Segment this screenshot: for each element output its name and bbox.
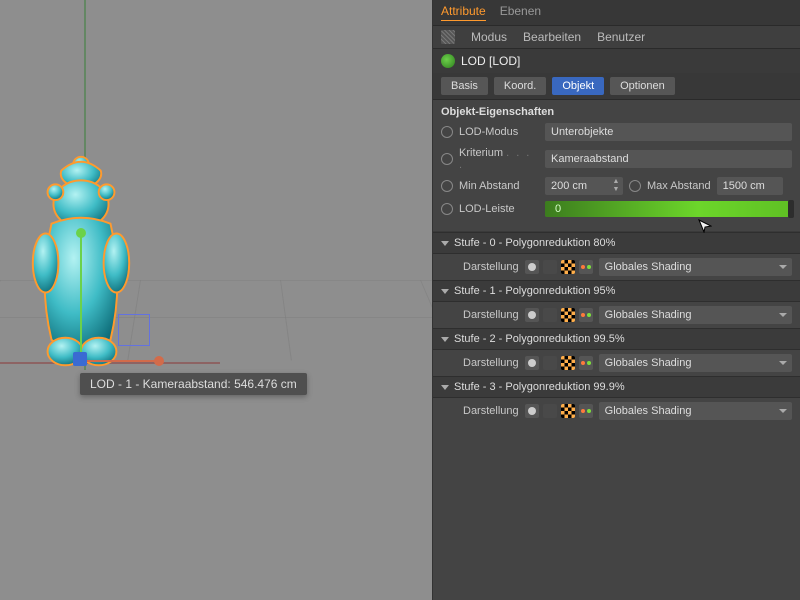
lod-icon: [441, 54, 455, 68]
panel-mode-icon[interactable]: [441, 30, 455, 44]
chevron-down-icon: [441, 289, 449, 294]
chevron-down-icon: [441, 241, 449, 246]
level-1: Stufe - 1 - Polygonreduktion 95% Darstel…: [433, 280, 800, 328]
radio-lod-mode[interactable]: [441, 126, 453, 138]
level-1-header[interactable]: Stufe - 1 - Polygonreduktion 95%: [433, 280, 800, 302]
level-0: Stufe - 0 - Polygonreduktion 80% Darstel…: [433, 232, 800, 280]
lod-slider[interactable]: 0: [545, 201, 792, 217]
spacer-icon: [543, 308, 557, 322]
level-1-display-select[interactable]: Globales Shading: [599, 306, 792, 324]
menu-modus[interactable]: Modus: [471, 30, 507, 44]
level-1-display-label: Darstellung: [463, 309, 519, 321]
radio-max-dist[interactable]: [629, 180, 641, 192]
viewport-tooltip: LOD - 1 - Kameraabstand: 546.476 cm: [80, 373, 307, 395]
eye-icon[interactable]: [525, 260, 539, 274]
eye-icon[interactable]: [525, 404, 539, 418]
level-0-display-select[interactable]: Globales Shading: [599, 258, 792, 276]
checker-icon[interactable]: [561, 308, 575, 322]
field-min-dist[interactable]: 200 cm ▲▼: [545, 177, 623, 195]
color-dots-icon[interactable]: [579, 260, 593, 274]
spacer-icon: [543, 356, 557, 370]
transform-gizmo[interactable]: [78, 234, 158, 364]
spacer-icon: [543, 260, 557, 274]
checker-icon[interactable]: [561, 260, 575, 274]
level-0-display-label: Darstellung: [463, 261, 519, 273]
viewport[interactable]: LOD - 1 - Kameraabstand: 546.476 cm: [0, 0, 432, 600]
slider-end-handle[interactable]: [788, 200, 794, 218]
menu-benutzer[interactable]: Benutzer: [597, 30, 645, 44]
level-3-header[interactable]: Stufe - 3 - Polygonreduktion 99.9%: [433, 376, 800, 398]
eye-icon[interactable]: [525, 308, 539, 322]
level-2-display-label: Darstellung: [463, 357, 519, 369]
level-0-header[interactable]: Stufe - 0 - Polygonreduktion 80%: [433, 232, 800, 254]
spacer-icon: [543, 404, 557, 418]
chevron-down-icon: [441, 337, 449, 342]
eye-icon[interactable]: [525, 356, 539, 370]
tab-attribute[interactable]: Attribute: [441, 4, 486, 21]
field-max-dist[interactable]: 1500 cm: [717, 177, 783, 195]
menu-bearbeiten[interactable]: Bearbeiten: [523, 30, 581, 44]
checker-icon[interactable]: [561, 356, 575, 370]
level-2-header[interactable]: Stufe - 2 - Polygonreduktion 99.5%: [433, 328, 800, 350]
lbl-criterion: Kriterium . . . .: [459, 147, 539, 171]
row-lod-bar: LOD-Leiste 0: [433, 198, 800, 232]
min-dist-down[interactable]: ▼: [611, 186, 621, 194]
gizmo-z-handle[interactable]: [73, 352, 87, 366]
object-header: LOD [LOD]: [433, 49, 800, 73]
subtab-koord[interactable]: Koord.: [494, 77, 546, 95]
object-name: LOD [LOD]: [461, 54, 520, 68]
section-title: Objekt-Eigenschaften: [433, 100, 800, 120]
lbl-max-dist: Max Abstand: [647, 180, 711, 192]
level-3-display-select[interactable]: Globales Shading: [599, 402, 792, 420]
subtabs: Basis Koord. Objekt Optionen: [433, 73, 800, 100]
subtab-objekt[interactable]: Objekt: [552, 77, 604, 95]
radio-lod-bar[interactable]: [441, 203, 453, 215]
lbl-lod-mode: LOD-Modus: [459, 126, 539, 138]
gizmo-y-axis[interactable]: [80, 234, 82, 364]
checker-icon[interactable]: [561, 404, 575, 418]
attribute-panel: Attribute Ebenen Modus Bearbeiten Benutz…: [432, 0, 800, 600]
level-3: Stufe - 3 - Polygonreduktion 99.9% Darst…: [433, 376, 800, 424]
level-3-display-label: Darstellung: [463, 405, 519, 417]
lbl-lod-bar: LOD-Leiste: [459, 203, 539, 215]
color-dots-icon[interactable]: [579, 308, 593, 322]
field-lod-mode[interactable]: Unterobjekte: [545, 123, 792, 141]
field-criterion[interactable]: Kameraabstand: [545, 150, 792, 168]
panel-tabs: Attribute Ebenen: [433, 0, 800, 26]
gizmo-x-axis[interactable]: [80, 360, 158, 362]
slider-cursor-icon[interactable]: [698, 219, 712, 236]
row-distances: Min Abstand 200 cm ▲▼ Max Abstand 1500 c…: [433, 174, 800, 198]
lod-slider-value: 0: [555, 203, 561, 215]
min-dist-up[interactable]: ▲: [611, 178, 621, 186]
row-lod-mode: LOD-Modus Unterobjekte: [433, 120, 800, 144]
tab-layers[interactable]: Ebenen: [500, 4, 541, 21]
level-2-display-select[interactable]: Globales Shading: [599, 354, 792, 372]
subtab-optionen[interactable]: Optionen: [610, 77, 675, 95]
lbl-min-dist: Min Abstand: [459, 180, 539, 192]
radio-min-dist[interactable]: [441, 180, 453, 192]
level-2: Stufe - 2 - Polygonreduktion 99.5% Darst…: [433, 328, 800, 376]
radio-criterion[interactable]: [441, 153, 453, 165]
subtab-basis[interactable]: Basis: [441, 77, 488, 95]
row-criterion: Kriterium . . . . Kameraabstand: [433, 144, 800, 174]
gizmo-plane-handle[interactable]: [118, 314, 150, 346]
color-dots-icon[interactable]: [579, 356, 593, 370]
chevron-down-icon: [441, 385, 449, 390]
color-dots-icon[interactable]: [579, 404, 593, 418]
panel-menubar: Modus Bearbeiten Benutzer: [433, 26, 800, 49]
